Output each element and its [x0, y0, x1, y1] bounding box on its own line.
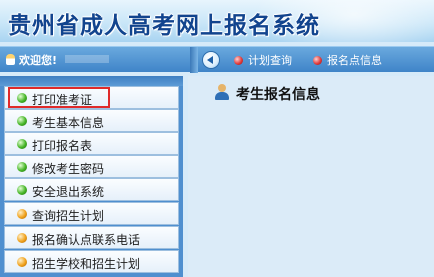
back-arrow-icon[interactable] [203, 52, 219, 68]
top-nav-bar: 欢迎您! 计划查询 报名点信息 [0, 46, 434, 73]
sidebar-item-label: 考生基本信息 [32, 116, 105, 130]
header-banner: 贵州省成人高考网上报名系统 [0, 0, 434, 42]
red-dot-icon [234, 56, 243, 65]
person-icon-body [215, 92, 229, 100]
main-content [188, 76, 434, 277]
red-dot-icon [313, 56, 322, 65]
sidebar-item-contact-phone[interactable]: 报名确认点联系电话 [4, 226, 179, 249]
sidebar-item-logout[interactable]: 安全退出系统 [4, 178, 179, 201]
sidebar-header [0, 76, 183, 86]
welcome-text: 欢迎您! [19, 54, 58, 67]
sidebar-item-print-admission[interactable]: 打印准考证 [4, 86, 179, 109]
orange-bullet-icon [17, 257, 27, 267]
sidebar-item-label: 招生学校和招生计划 [32, 257, 141, 271]
green-bullet-icon [17, 116, 27, 126]
sidebar-item-query-plan[interactable]: 查询招生计划 [4, 202, 179, 225]
green-bullet-icon [17, 93, 27, 103]
person-icon-head [218, 84, 226, 92]
nav-divider [190, 47, 198, 73]
main-section-title: 考生报名信息 [236, 87, 320, 103]
sidebar-item-label: 报名确认点联系电话 [32, 233, 141, 247]
sidebar-item-label: 查询招生计划 [32, 209, 105, 223]
welcome-area: 欢迎您! [6, 52, 110, 68]
green-bullet-icon [17, 185, 27, 195]
sidebar-item-schools-plan[interactable]: 招生学校和招生计划 [4, 250, 179, 273]
nav-link-label: 计划查询 [248, 54, 292, 67]
orange-bullet-icon [17, 209, 27, 219]
page-title: 贵州省成人高考网上报名系统 [8, 13, 320, 39]
nav-link-registration-point[interactable]: 报名点信息 [313, 52, 382, 68]
green-bullet-icon [17, 139, 27, 149]
sidebar-item-print-form[interactable]: 打印报名表 [4, 132, 179, 155]
person-icon [214, 84, 230, 100]
sidebar-item-label: 打印报名表 [32, 139, 93, 153]
sidebar-item-change-password[interactable]: 修改考生密码 [4, 155, 179, 178]
sidebar-item-label: 修改考生密码 [32, 162, 105, 176]
orange-bullet-icon [17, 233, 27, 243]
sidebar-item-basic-info[interactable]: 考生基本信息 [4, 109, 179, 132]
user-icon [6, 54, 15, 65]
username-masked [65, 55, 110, 63]
nav-link-label: 报名点信息 [327, 54, 382, 67]
sidebar-item-label: 打印准考证 [32, 93, 93, 107]
nav-link-plan-query[interactable]: 计划查询 [234, 52, 292, 68]
green-bullet-icon [17, 162, 27, 172]
sidebar-item-label: 安全退出系统 [32, 185, 105, 199]
